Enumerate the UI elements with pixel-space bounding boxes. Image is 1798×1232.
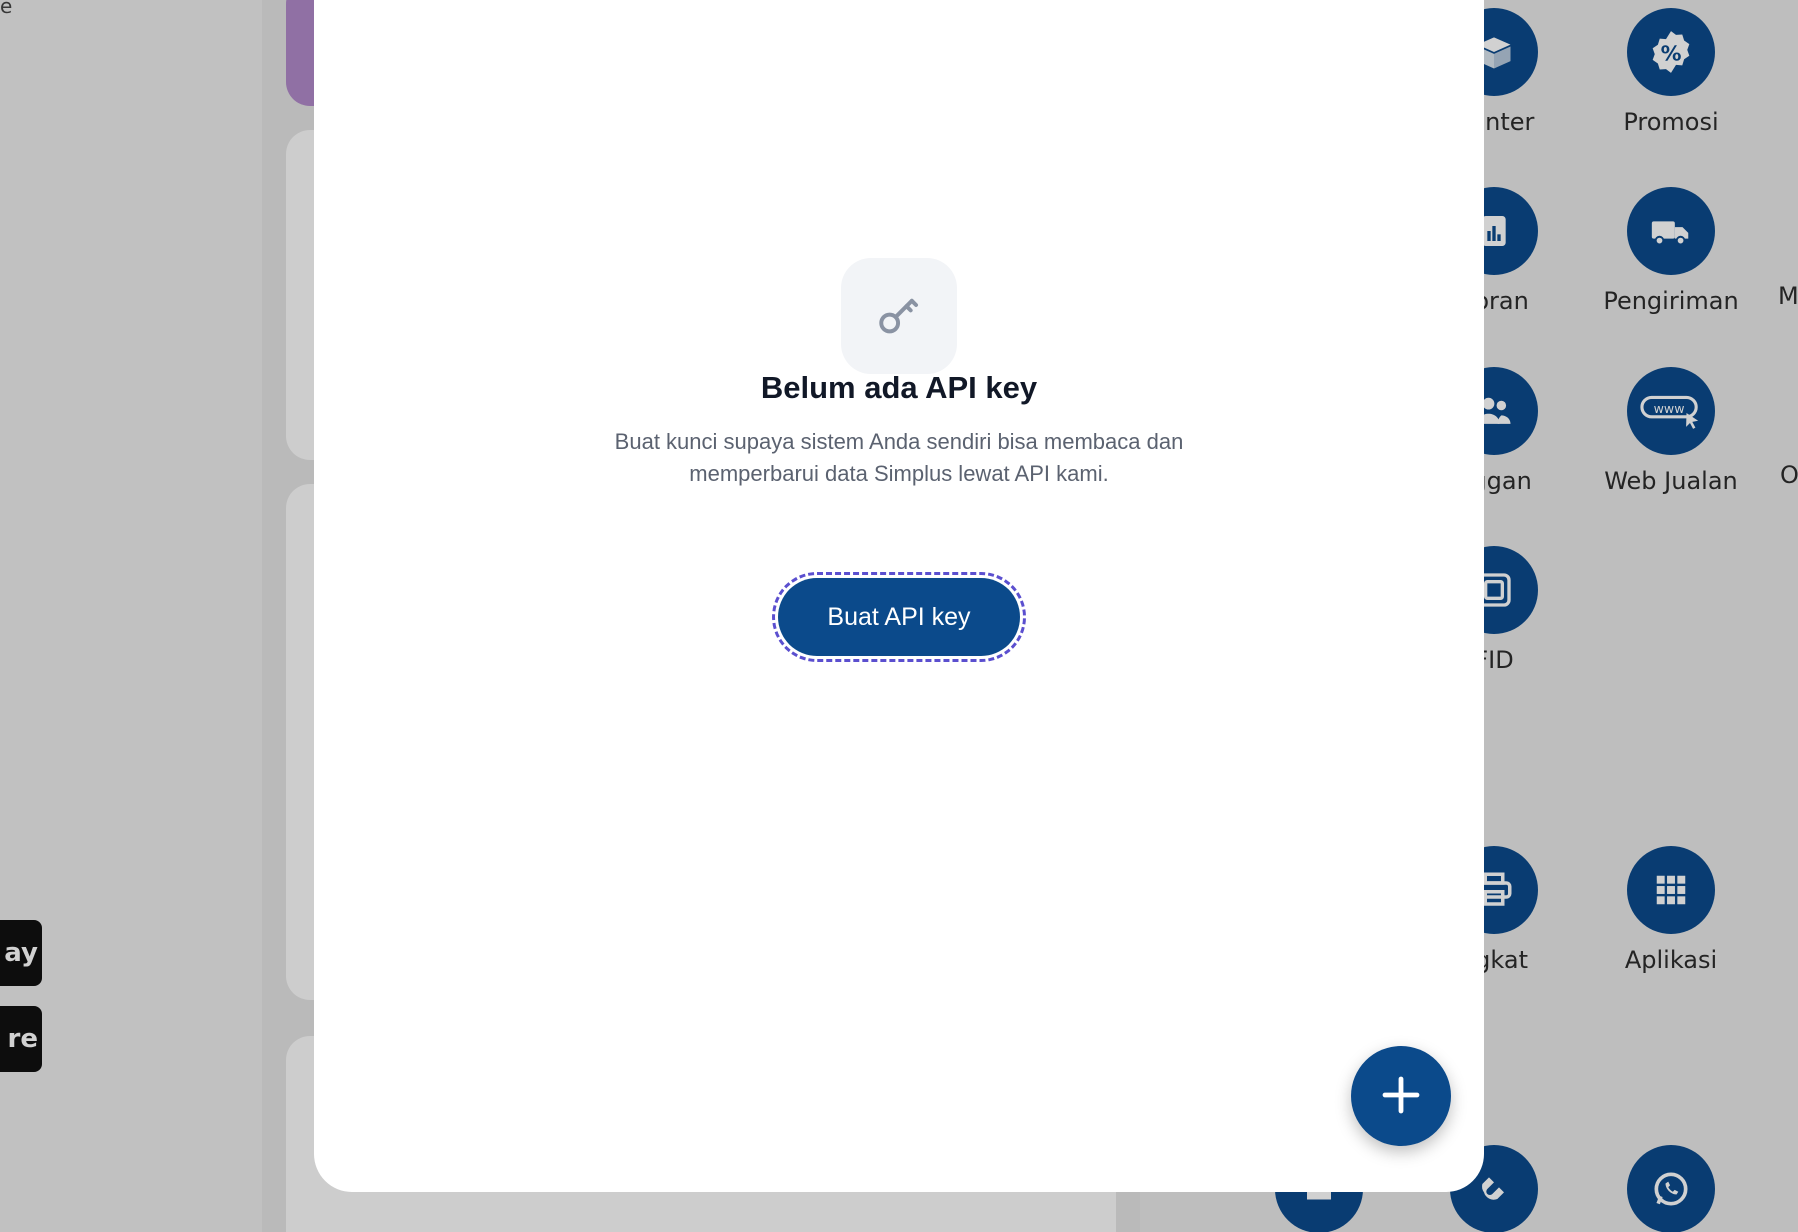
- create-api-key-button[interactable]: Buat API key: [772, 572, 1026, 662]
- plus-icon: [1377, 1071, 1425, 1122]
- key-icon: [841, 258, 957, 374]
- api-key-modal: Belum ada API key Buat kunci supaya sist…: [314, 0, 1484, 1192]
- add-api-key-fab[interactable]: [1351, 1046, 1451, 1146]
- empty-state-description: Buat kunci supaya sistem Anda sendiri bi…: [614, 429, 1184, 486]
- empty-state-title: Belum ada API key: [760, 370, 1038, 405]
